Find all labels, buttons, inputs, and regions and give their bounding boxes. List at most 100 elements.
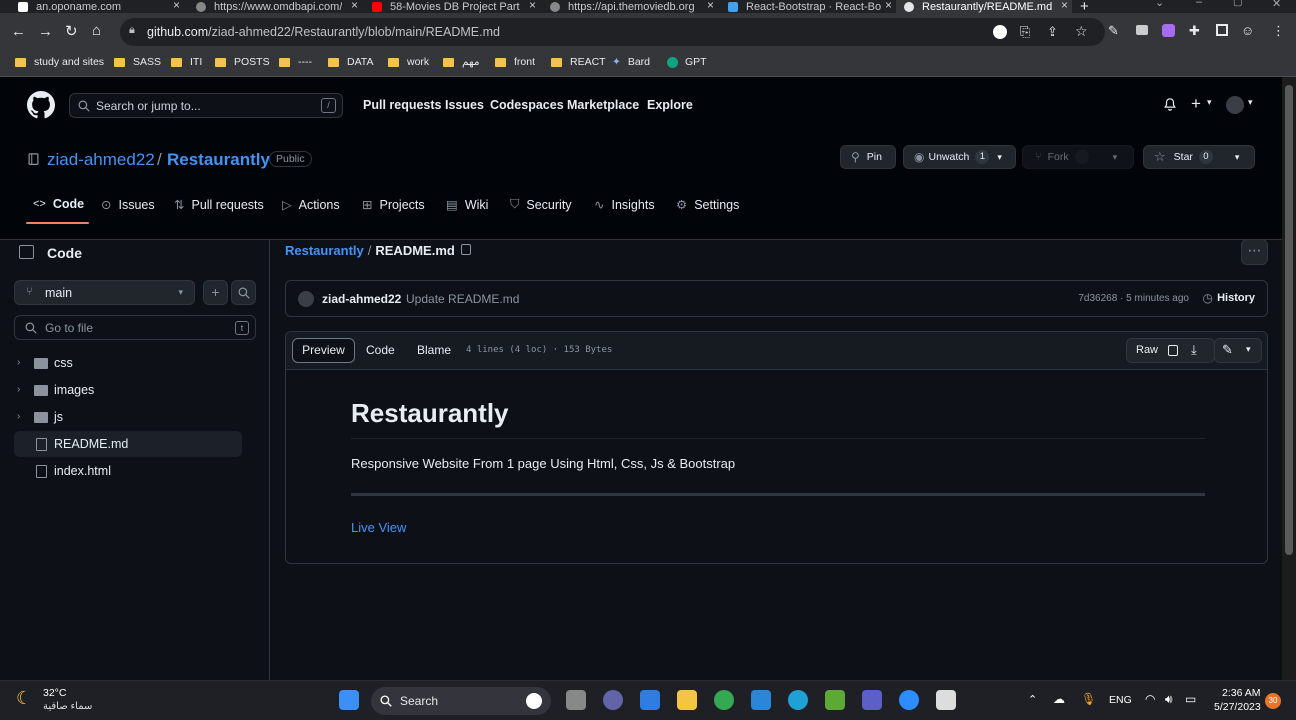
tab-search-icon[interactable]: ⌄ <box>1155 0 1164 9</box>
side-panel-icon[interactable] <box>1216 24 1228 36</box>
tab-actions[interactable]: ▷ Actions <box>282 197 340 213</box>
chevron-up-icon[interactable]: ⌃ <box>1028 693 1037 706</box>
chat-icon[interactable] <box>603 690 623 710</box>
browser-tab[interactable]: an.oponame.com × <box>0 0 184 13</box>
bookmark-link[interactable]: ✦ Bard <box>612 56 650 68</box>
nav-issues[interactable]: Issues <box>445 98 484 112</box>
preview-toggle[interactable]: Preview <box>292 338 355 363</box>
clock-time[interactable]: 2:36 AM <box>1222 687 1261 699</box>
repo-owner-link[interactable]: ziad-ahmed22 <box>47 150 155 170</box>
moon-weather-icon[interactable]: ☾ <box>16 688 32 709</box>
copy-raw-icon[interactable] <box>1168 345 1178 356</box>
unwatch-button[interactable]: ◉ Unwatch 1 ▾ <box>903 145 1016 169</box>
branch-selector[interactable]: ⑂ main ▾ <box>14 280 195 305</box>
avatar[interactable] <box>298 291 314 307</box>
caret-down-icon[interactable]: ▾ <box>1246 344 1251 355</box>
browser-tab[interactable]: https://www.omdbapi.com/ × <box>184 0 362 13</box>
tree-item-file[interactable]: index.html <box>14 458 242 484</box>
breadcrumb-repo-link[interactable]: Restaurantly <box>285 243 364 258</box>
close-tab-icon[interactable]: × <box>351 0 358 12</box>
bing-icon[interactable] <box>526 693 542 709</box>
zoom-icon[interactable] <box>899 690 919 710</box>
weather-condition[interactable]: سماء صافية <box>43 701 92 712</box>
file-explorer-icon[interactable] <box>677 690 697 710</box>
tree-item-folder[interactable]: › css <box>14 350 242 376</box>
avatar[interactable] <box>1226 96 1244 114</box>
caret-down-icon[interactable]: ▾ <box>1235 152 1240 163</box>
tab-pull-requests[interactable]: ⇅ Pull requests <box>174 197 264 213</box>
chevron-right-icon[interactable]: › <box>17 357 20 368</box>
bookmark-folder[interactable]: work <box>388 56 429 68</box>
tab-code[interactable]: <> Code <box>33 197 84 211</box>
chevron-right-icon[interactable]: › <box>17 411 20 422</box>
chrome-icon[interactable] <box>714 690 734 710</box>
bookmark-folder[interactable]: ---- <box>279 56 312 68</box>
bookmark-star-icon[interactable]: ☆ <box>1075 23 1088 40</box>
input-language[interactable]: ENG <box>1109 694 1132 706</box>
caret-down-icon[interactable]: ▾ <box>1248 97 1253 108</box>
history-button[interactable]: History <box>1217 292 1255 304</box>
notepad-icon[interactable] <box>936 690 956 710</box>
color-extension-icon[interactable] <box>1162 24 1175 37</box>
download-icon[interactable]: ⤓ <box>1191 342 1197 358</box>
create-new-button[interactable]: + <box>1191 94 1201 114</box>
bookmark-folder[interactable]: SASS <box>114 56 161 68</box>
browser-tab[interactable]: React-Bootstrap · React-Bo × <box>718 0 896 13</box>
browser-menu-icon[interactable]: ⋮ <box>1272 23 1285 39</box>
tree-item-folder[interactable]: › js <box>14 404 242 430</box>
sidebar-collapse-icon[interactable] <box>19 245 34 259</box>
code-toggle[interactable]: Code <box>366 343 395 357</box>
tree-item-file-selected[interactable]: README.md <box>14 431 242 457</box>
chevron-right-icon[interactable]: › <box>17 384 20 395</box>
page-scrollbar[interactable] <box>1282 77 1296 680</box>
close-tab-icon[interactable]: × <box>885 0 892 12</box>
scrollbar-thumb[interactable] <box>1285 85 1293 555</box>
tab-settings[interactable]: ⚙ Settings <box>676 197 739 213</box>
address-bar[interactable]: 🔒︎ github.com/ziad-ahmed22/Restaurantly/… <box>120 18 1105 46</box>
github-logo-icon[interactable] <box>27 91 55 119</box>
browser-tab[interactable]: 58-Movies DB Project Part × <box>362 0 540 13</box>
new-tab-button[interactable]: + <box>1080 0 1089 13</box>
home-icon[interactable]: ⌂ <box>92 23 101 38</box>
blame-toggle[interactable]: Blame <box>417 343 451 357</box>
windows-start-icon[interactable] <box>339 690 359 710</box>
tab-insights[interactable]: ∿ Insights <box>594 197 655 213</box>
nav-codespaces[interactable]: Codespaces <box>490 98 564 112</box>
google-icon[interactable] <box>993 25 1007 39</box>
cloud-icon[interactable]: ☁ <box>1053 692 1065 706</box>
teams-icon[interactable] <box>862 690 882 710</box>
close-window-icon[interactable]: ✕ <box>1272 0 1281 10</box>
pen-extension-icon[interactable]: ✎ <box>1108 23 1119 39</box>
star-button[interactable]: ☆ Star 0 ▾ <box>1143 145 1255 169</box>
extensions-puzzle-icon[interactable]: ✚ <box>1189 23 1200 39</box>
more-options-button[interactable]: ⋯ <box>1241 239 1268 265</box>
task-view-icon[interactable] <box>566 690 586 710</box>
caret-down-icon[interactable]: ▾ <box>997 152 1002 163</box>
wifi-icon[interactable]: ◠ <box>1145 692 1155 706</box>
global-search-input[interactable]: Search or jump to... / <box>69 93 343 118</box>
browser-tab-active[interactable]: Restaurantly/README.md × <box>896 0 1072 13</box>
bookmark-folder[interactable]: DATA <box>328 56 373 68</box>
bookmark-link[interactable]: GPT <box>667 56 707 68</box>
minimize-icon[interactable]: – <box>1196 0 1202 8</box>
raw-button[interactable]: Raw <box>1136 344 1158 356</box>
copy-path-icon[interactable] <box>461 244 471 255</box>
weather-temperature[interactable]: 32°C <box>43 687 66 699</box>
reload-icon[interactable]: ↻ <box>65 24 78 39</box>
tab-security[interactable]: ⛉ Security <box>510 197 572 212</box>
add-file-button[interactable]: + <box>203 280 228 305</box>
app-icon[interactable] <box>825 690 845 710</box>
share-icon[interactable]: ⇪ <box>1047 24 1058 40</box>
repo-name-link[interactable]: Restaurantly <box>167 150 270 170</box>
caret-down-icon[interactable]: ▾ <box>1113 152 1118 163</box>
back-icon[interactable]: ← <box>11 24 26 39</box>
edge-icon[interactable] <box>788 690 808 710</box>
pencil-icon[interactable]: ✎ <box>1222 342 1233 358</box>
tab-wiki[interactable]: ▤ Wiki <box>446 197 488 213</box>
close-tab-icon[interactable]: × <box>529 0 536 12</box>
forward-icon[interactable]: → <box>38 24 53 39</box>
volume-icon[interactable]: 🔊︎ <box>1165 692 1173 707</box>
fork-button[interactable]: ⑂ Fork ▾ <box>1022 145 1134 169</box>
close-tab-icon[interactable]: × <box>707 0 714 12</box>
bookmark-folder[interactable]: front <box>495 56 535 68</box>
